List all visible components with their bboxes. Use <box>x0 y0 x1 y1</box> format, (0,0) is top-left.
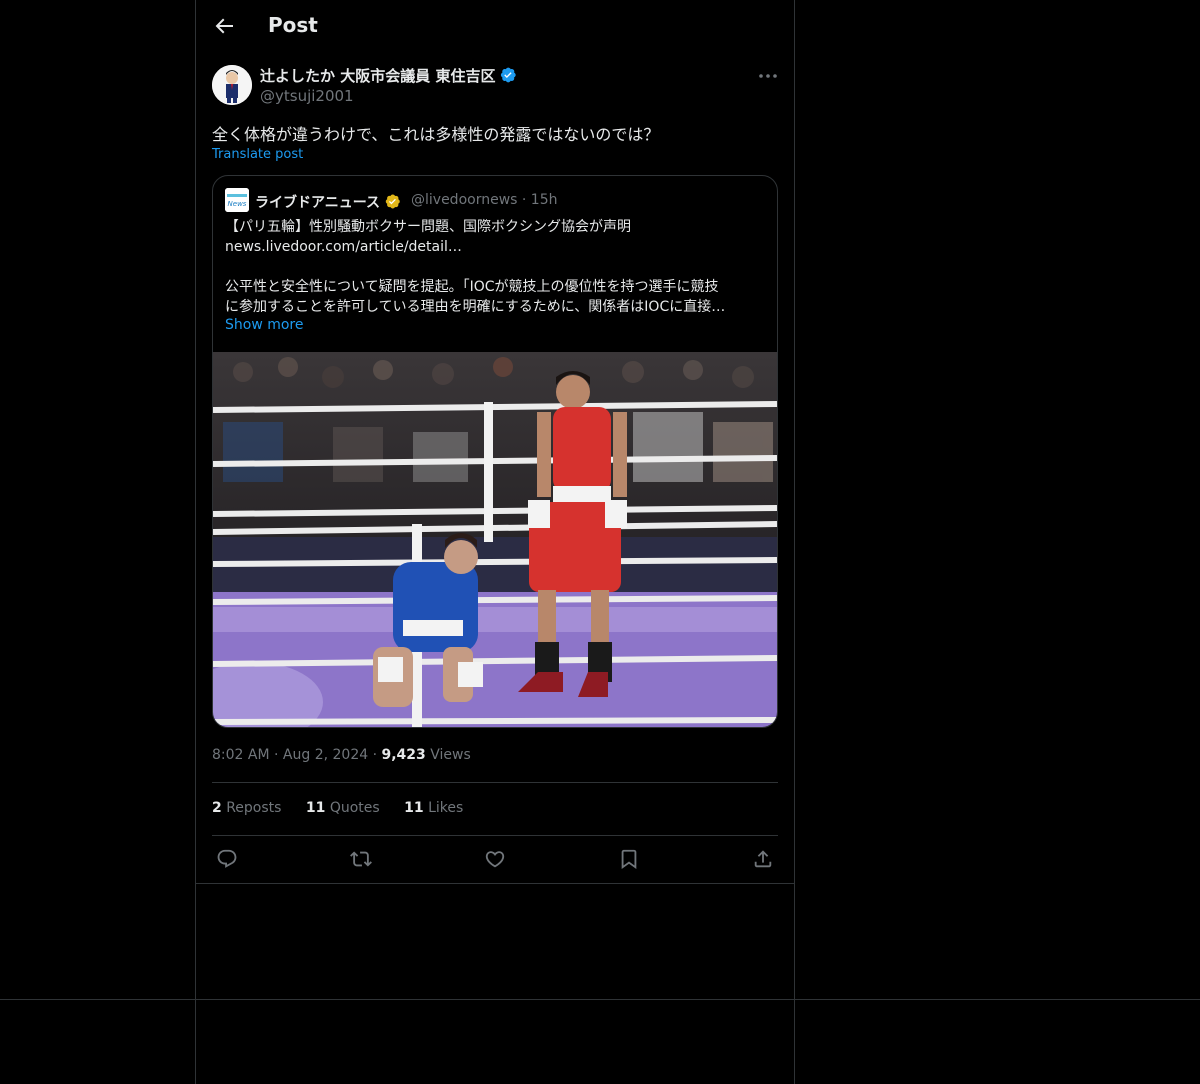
translate-post-link[interactable]: Translate post <box>212 147 303 162</box>
quotes-stat[interactable]: 11 Quotes <box>306 800 380 816</box>
quoted-post[interactable]: News ライブドアニュース @livedoornews · 15h 【パリ五輪… <box>212 175 778 728</box>
verified-badge-icon <box>501 67 517 83</box>
author-name[interactable]: 辻よしたか 大阪市会議員 東住吉区 <box>260 65 517 86</box>
divider <box>212 835 778 836</box>
separator: · <box>274 747 279 763</box>
quotes-count: 11 <box>305 800 326 816</box>
author-name-text: 辻よしたか 大阪市会議員 東住吉区 <box>260 67 496 85</box>
likes-count: 11 <box>404 800 424 816</box>
share-icon[interactable] <box>752 848 774 870</box>
reply-icon[interactable] <box>216 848 238 870</box>
quoted-author-meta: @livedoornews · 15h <box>411 192 557 208</box>
quoted-text-line: 公平性と安全性について疑問を提起。「IOCが競技上の優位性を持つ選手に競技 <box>225 279 719 295</box>
page-divider <box>0 999 1200 1000</box>
author-handle[interactable]: @ytsuji2001 <box>260 87 354 105</box>
back-arrow-icon[interactable] <box>212 14 236 38</box>
page-title: Post <box>268 13 318 37</box>
post-text: 全く体格が違うわけで、これは多様性の発露ではないのでは？ <box>212 125 660 144</box>
quoted-author-name: ライブドアニュース <box>255 192 401 212</box>
views-count: 9,423 <box>381 747 426 763</box>
views-label: Views <box>430 747 471 763</box>
quoted-author-name-text: ライブドアニュース <box>255 195 381 211</box>
show-more-link[interactable]: Show more <box>225 317 304 333</box>
divider <box>212 782 778 783</box>
quoted-author-handle: @livedoornews <box>411 192 518 208</box>
quoted-text-line: 【パリ五輪】性別騒動ボクサー問題、国際ボクシング協会が声明 <box>225 219 631 235</box>
verified-gold-badge-icon <box>385 194 400 209</box>
quotes-label: Quotes <box>329 800 380 816</box>
boxing-photo[interactable] <box>213 352 777 727</box>
post-meta: 8:02 AM · Aug 2, 2024 · 9,423 Views <box>212 747 471 763</box>
more-icon[interactable] <box>756 64 780 88</box>
post-time[interactable]: 8:02 AM <box>212 747 270 763</box>
likes-label: Likes <box>428 800 464 816</box>
retweet-icon[interactable] <box>350 848 372 870</box>
like-icon[interactable] <box>484 848 506 870</box>
separator: · <box>521 192 527 208</box>
post-stats: 2 Reposts 11 Quotes 11 Likes <box>212 800 483 816</box>
divider <box>196 883 794 884</box>
reposts-label: Reposts <box>226 800 282 816</box>
separator: · <box>372 747 378 763</box>
main-column: Post 辻よしたか 大阪市会議員 東住吉区 @ytsuji2001 全く体格が… <box>195 0 795 1084</box>
quoted-time: 15h <box>530 192 558 208</box>
quoted-avatar-logo: News <box>228 200 247 208</box>
post-date[interactable]: Aug 2, 2024 <box>283 747 368 763</box>
avatar[interactable] <box>212 65 252 105</box>
quoted-avatar: News <box>225 188 249 212</box>
reposts-count: 2 <box>212 800 222 816</box>
bookmark-icon[interactable] <box>618 848 640 870</box>
quoted-link-text: news.livedoor.com/article/detail… <box>225 239 462 255</box>
page-header: Post <box>196 0 794 53</box>
likes-stat[interactable]: 11 Likes <box>404 800 463 816</box>
reposts-stat[interactable]: 2 Reposts <box>212 800 281 816</box>
quoted-text-line: に参加することを許可している理由を明確にするために、関係者はIOCに直接… <box>225 299 726 315</box>
